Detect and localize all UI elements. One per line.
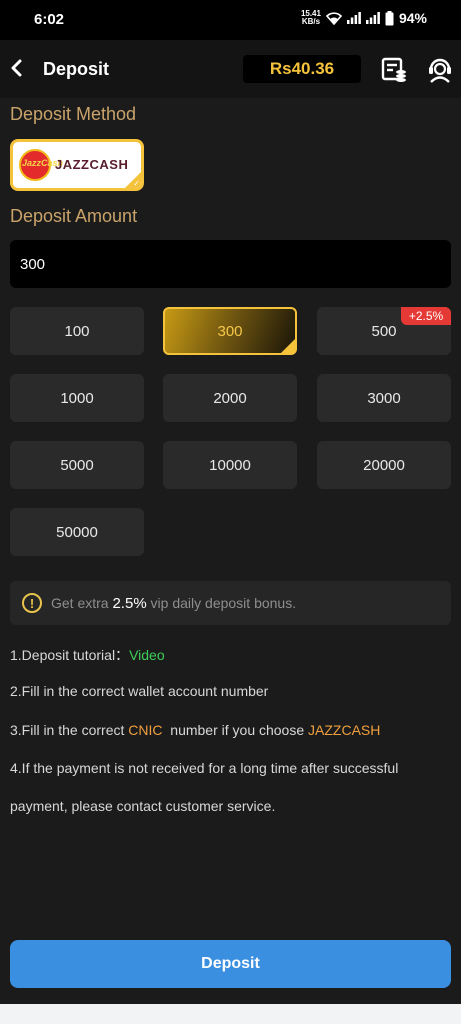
cnic-highlight: CNIC [128, 722, 163, 738]
back-button[interactable] [6, 56, 28, 82]
network-speed-unit: KB/s [301, 17, 321, 26]
network-speed: 15.41 KB/s [301, 10, 321, 26]
instruction-text: 3.Fill in the correct [10, 722, 129, 738]
status-bar: 6:02 15.41 KB/s 94% [0, 0, 461, 40]
deposit-method-label: Deposit Method [10, 104, 137, 124]
amount-option-label: 5000 [60, 456, 94, 474]
instruction-text: 1.Deposit tutorial： [10, 647, 130, 663]
amount-option[interactable]: 5000 [10, 441, 144, 489]
page-title: Deposit [43, 59, 110, 79]
amount-option-label: 300 [217, 322, 243, 340]
amount-option-label: 100 [64, 322, 90, 340]
amount-option[interactable]: 20000 [317, 441, 451, 489]
payment-method-jazzcash[interactable]: JazzCash JAZZCASH ✓ [10, 139, 144, 191]
amount-option-label: 3000 [367, 389, 401, 407]
amount-option[interactable]: 50000 [10, 508, 144, 556]
amount-option[interactable]: 2000 [163, 374, 297, 422]
instruction-line-1: 1.Deposit tutorial：Video [10, 645, 165, 665]
video-tutorial-link[interactable]: Video [129, 647, 165, 663]
wifi-icon [325, 12, 342, 25]
customer-service-icon [429, 58, 451, 83]
battery-icon [385, 10, 394, 25]
amount-option[interactable]: 500 +2.5% [317, 307, 451, 355]
battery-percentage: 94% [398, 10, 427, 26]
deposit-button[interactable]: Deposit [10, 940, 451, 988]
instruction-line-3: 3.Fill in the correct CNIC number if you… [10, 722, 380, 738]
instruction-line-2: 2.Fill in the correct wallet account num… [10, 683, 269, 699]
instruction-text: number if you choose [162, 722, 309, 738]
amount-option[interactable]: 3000 [317, 374, 451, 422]
amount-option[interactable]: 10000 [163, 441, 297, 489]
notice-prefix: Get extra [51, 594, 113, 611]
amount-option-label: 10000 [209, 456, 251, 474]
amount-option-label: 500 [371, 322, 397, 340]
chevron-left-icon [11, 59, 22, 77]
info-icon: ! [22, 593, 42, 613]
amount-option-selected[interactable]: 300 [163, 307, 297, 355]
jazzcash-logo: JazzCash [19, 149, 63, 181]
instruction-line-4-continued: payment, please contact customer service… [10, 798, 276, 814]
amount-option[interactable]: 100 [10, 307, 144, 355]
payment-method-name: JAZZCASH [55, 157, 129, 172]
status-indicators: 15.41 KB/s 94% [301, 10, 427, 27]
selected-corner [281, 339, 295, 353]
amount-option[interactable]: 1000 [10, 374, 144, 422]
amount-option-label: 2000 [213, 389, 247, 407]
deposit-amount-label: Deposit Amount [10, 206, 138, 226]
records-icon [381, 57, 406, 82]
records-button[interactable] [380, 55, 408, 83]
notice-suffix: vip daily deposit bonus. [146, 594, 297, 611]
instruction-line-4: 4.If the payment is not received for a l… [10, 760, 399, 776]
amount-input[interactable] [10, 240, 451, 288]
signal-icon-2 [365, 12, 380, 24]
bonus-badge: +2.5% [401, 307, 451, 325]
bonus-notice-text: Get extra 2.5% vip daily deposit bonus. [51, 595, 296, 612]
balance-display: Rs40.36 [243, 55, 361, 83]
method-highlight: JAZZCASH [308, 722, 381, 738]
notice-highlight: 2.5% [112, 594, 147, 612]
amount-option-label: 1000 [60, 389, 94, 407]
amount-option-label: 20000 [363, 456, 405, 474]
amount-option-label: 50000 [56, 523, 98, 541]
system-navigation-bar [0, 1004, 461, 1024]
status-time: 6:02 [34, 11, 65, 28]
check-icon: ✓ [133, 179, 140, 188]
header-bar: Deposit Rs40.36 [0, 40, 461, 98]
customer-service-button[interactable] [426, 55, 454, 83]
signal-icon [346, 12, 361, 24]
bonus-notice: ! Get extra 2.5% vip daily deposit bonus… [10, 581, 451, 625]
